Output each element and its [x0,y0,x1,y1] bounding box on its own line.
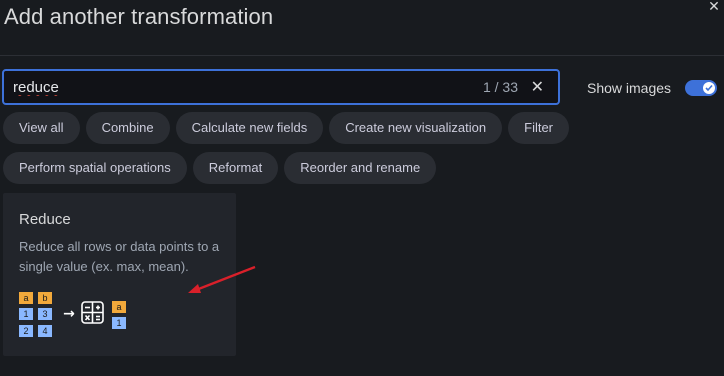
table-cell-text: 1 [23,309,28,319]
reduce-illustration: a b 1 3 2 4 → a 1 [19,292,126,337]
dialog-title: Add another transformation [4,4,274,29]
filter-reorder-and-rename[interactable]: Reorder and rename [284,152,437,184]
table-header-text: a [23,293,28,303]
result-header-text: a [116,302,121,312]
table-header-text: b [42,293,47,303]
filter-perform-spatial-operations[interactable]: Perform spatial operations [3,152,187,184]
result-value-text: 1 [116,318,121,328]
filter-combine[interactable]: Combine [85,112,170,144]
search-match-count: 1 / 33 [482,79,518,95]
show-images-toggle[interactable] [685,80,717,96]
filter-calculate-new-fields[interactable]: Calculate new fields [175,112,324,144]
card-title: Reduce [19,211,71,228]
table-cell-text: 4 [42,326,47,336]
calculator-icon [81,301,104,324]
close-icon[interactable]: ✕ [706,0,722,14]
filter-filter[interactable]: Filter [508,112,570,144]
table-cell-text: 2 [23,326,28,336]
arrow-right-icon: → [63,306,75,322]
category-filters: View all Combine Calculate new fields Cr… [3,112,603,192]
search-input[interactable] [4,71,444,103]
filter-view-all[interactable]: View all [3,112,80,144]
table-cell-text: 3 [42,309,47,319]
checkmark-icon [705,84,713,92]
annotation-arrow [188,265,256,293]
filter-row: Perform spatial operations Reformat Reor… [3,152,603,184]
show-images-label: Show images [587,80,672,96]
filter-row: View all Combine Calculate new fields Cr… [3,112,603,144]
header-divider [0,55,724,56]
clear-search-icon[interactable]: ✕ [531,77,544,97]
filter-create-new-visualization[interactable]: Create new visualization [329,112,503,144]
search-box[interactable]: 1 / 33 ✕ [2,69,560,105]
filter-reformat[interactable]: Reformat [192,152,279,184]
toggle-knob [703,82,715,94]
